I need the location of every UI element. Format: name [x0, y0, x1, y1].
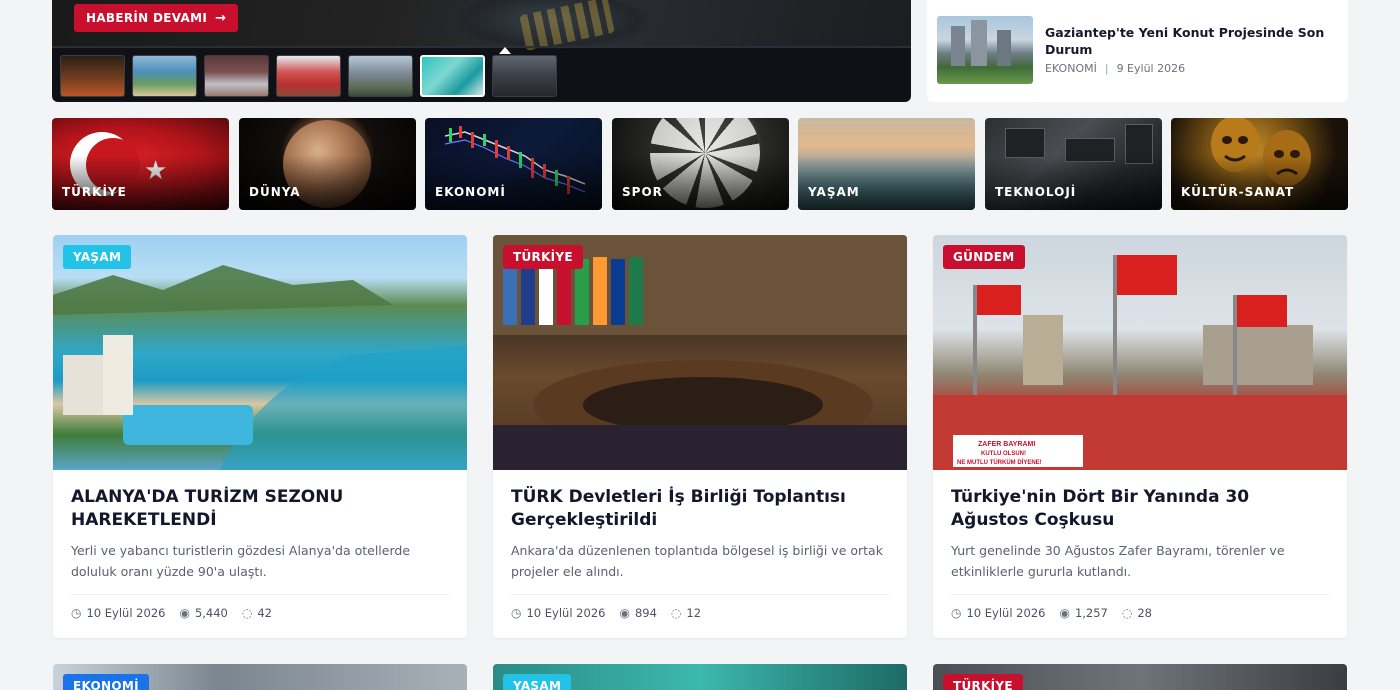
- article-comments: 12: [686, 606, 702, 620]
- slider-thumb[interactable]: [132, 55, 197, 97]
- article-image[interactable]: TÜRKİYE: [493, 235, 907, 470]
- side-news-category[interactable]: EKONOMİ: [1045, 62, 1097, 75]
- slider-thumb-active[interactable]: [420, 55, 485, 97]
- arrow-right-icon: →: [215, 10, 227, 26]
- category-label: EKONOMİ: [435, 185, 506, 199]
- clock-icon: ◷: [511, 606, 522, 620]
- category-tile-dunya[interactable]: DÜNYA: [239, 118, 416, 210]
- side-news-title[interactable]: Gaziantep'te Yeni Konut Projesinde Son D…: [1045, 24, 1335, 58]
- category-label: DÜNYA: [249, 185, 301, 199]
- active-thumb-pointer-icon: [499, 47, 511, 54]
- category-tile-spor[interactable]: SPOR: [612, 118, 789, 210]
- category-label: SPOR: [622, 185, 663, 199]
- slider-divider: [52, 46, 911, 48]
- article-excerpt: Yerli ve yabancı turistlerin gözdesi Ala…: [71, 543, 411, 579]
- banner-text: KUTLU OLSUN!: [981, 451, 1026, 457]
- side-news-item[interactable]: Gaziantep'te Yeni Konut Projesinde Son D…: [927, 0, 1348, 102]
- eye-icon: ◉: [179, 606, 190, 620]
- article-category-badge[interactable]: YAŞAM: [63, 245, 132, 269]
- article-meta: ◷ 10 Eylül 2026 ◉ 1,257 ◌ 28: [951, 606, 1152, 620]
- article-date: 10 Eylül 2026: [86, 606, 166, 620]
- article-image[interactable]: YAŞAM: [53, 235, 467, 470]
- slider-thumb[interactable]: [204, 55, 269, 97]
- article-image[interactable]: ZAFER BAYRAMI KUTLU OLSUN! NE MUTLU TÜRK…: [933, 235, 1347, 470]
- category-tile-turkiye[interactable]: ★ TÜRKİYE: [52, 118, 229, 210]
- comment-icon: ◌: [241, 606, 253, 620]
- article-category-badge[interactable]: GÜNDEM: [943, 245, 1025, 269]
- comment-icon: ◌: [1121, 606, 1133, 620]
- slider-thumb[interactable]: [60, 55, 125, 97]
- eye-icon: ◉: [1059, 606, 1070, 620]
- meta-separator: |: [1104, 62, 1109, 75]
- article-views: 5,440: [194, 606, 228, 620]
- article-card[interactable]: YAŞAM ALANYA'DA TURİZM SEZONU HAREKETLEN…: [53, 235, 467, 638]
- article-excerpt: Yurt genelinde 30 Ağustos Zafer Bayramı,…: [951, 543, 1285, 579]
- category-tile-teknoloji[interactable]: TEKNOLOJİ: [985, 118, 1162, 210]
- slider-thumb[interactable]: [348, 55, 413, 97]
- read-more-label: HABERİN DEVAMI: [86, 11, 208, 25]
- article-excerpt: Ankara'da düzenlenen toplantıda bölgesel…: [511, 543, 883, 579]
- article-card[interactable]: TÜRKİYE TÜRK Devletleri İş Birliği Topla…: [493, 235, 907, 638]
- article-comments: 42: [257, 606, 272, 620]
- article-card[interactable]: TÜRKİYE: [933, 664, 1347, 690]
- article-category-badge[interactable]: EKONOMİ: [63, 674, 149, 690]
- article-divider: [511, 594, 889, 595]
- article-category-badge[interactable]: YAŞAM: [503, 674, 572, 690]
- category-tile-yasam[interactable]: YAŞAM: [798, 118, 975, 210]
- article-views: 894: [634, 606, 657, 620]
- side-news-image[interactable]: [937, 16, 1033, 84]
- article-divider: [71, 594, 449, 595]
- article-date: 10 Eylül 2026: [966, 606, 1046, 620]
- slider-main-image[interactable]: HABERİN DEVAMI →: [52, 0, 911, 51]
- article-card[interactable]: ZAFER BAYRAMI KUTLU OLSUN! NE MUTLU TÜRK…: [933, 235, 1347, 638]
- clock-icon: ◷: [951, 606, 962, 620]
- category-label: YAŞAM: [808, 185, 860, 199]
- read-more-button[interactable]: HABERİN DEVAMI →: [74, 4, 239, 32]
- banner-text: NE MUTLU TÜRKÜM DİYENE!: [957, 459, 1042, 466]
- hero-slider: HABERİN DEVAMI →: [52, 0, 911, 102]
- article-views: 1,257: [1074, 606, 1108, 620]
- article-card[interactable]: YAŞAM: [493, 664, 907, 690]
- category-tile-ekonomi[interactable]: EKONOMİ: [425, 118, 602, 210]
- article-meta: ◷ 10 Eylül 2026 ◉ 894 ◌ 12: [511, 606, 701, 620]
- category-label: TEKNOLOJİ: [995, 185, 1077, 199]
- article-title[interactable]: TÜRK Devletleri İş Birliği Toplantısı Ge…: [511, 486, 891, 532]
- slider-thumbnails: [60, 55, 557, 97]
- article-date: 10 Eylül 2026: [526, 606, 606, 620]
- chip-icon: [1005, 128, 1045, 158]
- slider-thumb[interactable]: [492, 55, 557, 97]
- article-title[interactable]: Türkiye'nin Dört Bir Yanında 30 Ağustos …: [951, 486, 1331, 532]
- clock-icon: ◷: [71, 606, 82, 620]
- article-category-badge[interactable]: TÜRKİYE: [503, 245, 583, 269]
- category-label: KÜLTÜR-SANAT: [1181, 185, 1295, 199]
- slider-thumb[interactable]: [276, 55, 341, 97]
- side-news-meta: EKONOMİ | 9 Eylül 2026: [1045, 62, 1185, 75]
- article-divider: [951, 594, 1329, 595]
- side-news-date: 9 Eylül 2026: [1116, 62, 1186, 75]
- article-category-badge[interactable]: TÜRKİYE: [943, 674, 1023, 690]
- article-comments: 28: [1137, 606, 1152, 620]
- article-card[interactable]: EKONOMİ: [53, 664, 467, 690]
- banner-text: ZAFER BAYRAMI: [978, 441, 1035, 448]
- category-label: TÜRKİYE: [62, 185, 127, 199]
- article-meta: ◷ 10 Eylül 2026 ◉ 5,440 ◌ 42: [71, 606, 272, 620]
- comment-icon: ◌: [670, 606, 682, 620]
- article-title[interactable]: ALANYA'DA TURİZM SEZONU HAREKETLENDİ: [71, 486, 451, 532]
- category-tile-kultur-sanat[interactable]: KÜLTÜR-SANAT: [1171, 118, 1348, 210]
- eye-icon: ◉: [619, 606, 630, 620]
